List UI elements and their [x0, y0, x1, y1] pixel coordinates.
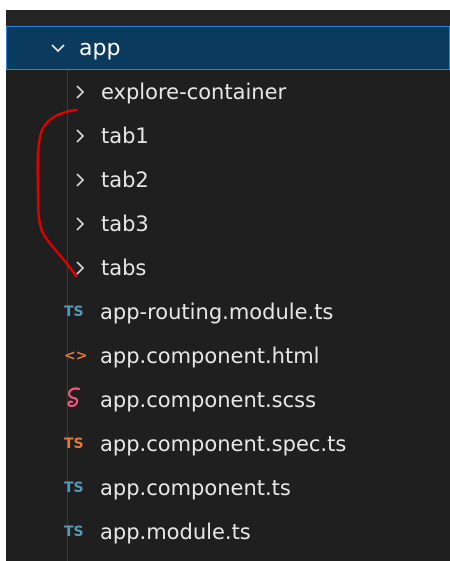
typescript-icon: TS: [64, 524, 84, 540]
folder-row-tab2[interactable]: tab2: [6, 158, 450, 202]
chevron-right-icon: [69, 213, 91, 235]
file-label: app.module.ts: [100, 520, 251, 544]
chevron-right-icon: [69, 257, 91, 279]
folder-label: tab2: [101, 168, 149, 192]
folder-row-tabs[interactable]: tabs: [6, 246, 450, 290]
folder-label: explore-container: [101, 80, 287, 104]
folder-row-tab1[interactable]: tab1: [6, 114, 450, 158]
file-row-app-module[interactable]: TS app.module.ts: [6, 510, 450, 554]
chevron-right-icon: [69, 169, 91, 191]
file-row-app-component-spec[interactable]: TS app.component.spec.ts: [6, 422, 450, 466]
sass-icon: [64, 386, 100, 414]
folder-label-app: app: [79, 35, 121, 61]
file-explorer: app explore-container tab1 tab2 tab3 tab…: [6, 10, 450, 561]
file-label: app.component.ts: [100, 476, 291, 500]
folder-label: tab3: [101, 212, 149, 236]
typescript-icon: TS: [64, 304, 84, 320]
folder-label: tabs: [101, 256, 147, 280]
explorer-top-strip: [6, 10, 450, 26]
chevron-down-icon: [47, 37, 69, 59]
file-row-app-component-html[interactable]: <> app.component.html: [6, 334, 450, 378]
folder-row-explore-container[interactable]: explore-container: [6, 70, 450, 114]
folder-row-tab3[interactable]: tab3: [6, 202, 450, 246]
chevron-right-icon: [69, 125, 91, 147]
folder-row-app[interactable]: app: [6, 26, 450, 70]
typescript-test-icon: TS: [64, 436, 84, 452]
file-label: app.component.scss: [100, 388, 317, 412]
file-row-app-routing-module[interactable]: TS app-routing.module.ts: [6, 290, 450, 334]
file-row-app-component-scss[interactable]: app.component.scss: [6, 378, 450, 422]
folder-label: tab1: [101, 124, 149, 148]
html-icon: <>: [64, 348, 88, 364]
typescript-icon: TS: [64, 480, 84, 496]
file-row-app-component-ts[interactable]: TS app.component.ts: [6, 466, 450, 510]
file-label: app-routing.module.ts: [100, 300, 334, 324]
file-label: app.component.spec.ts: [100, 432, 347, 456]
chevron-right-icon: [69, 81, 91, 103]
file-label: app.component.html: [100, 344, 320, 368]
